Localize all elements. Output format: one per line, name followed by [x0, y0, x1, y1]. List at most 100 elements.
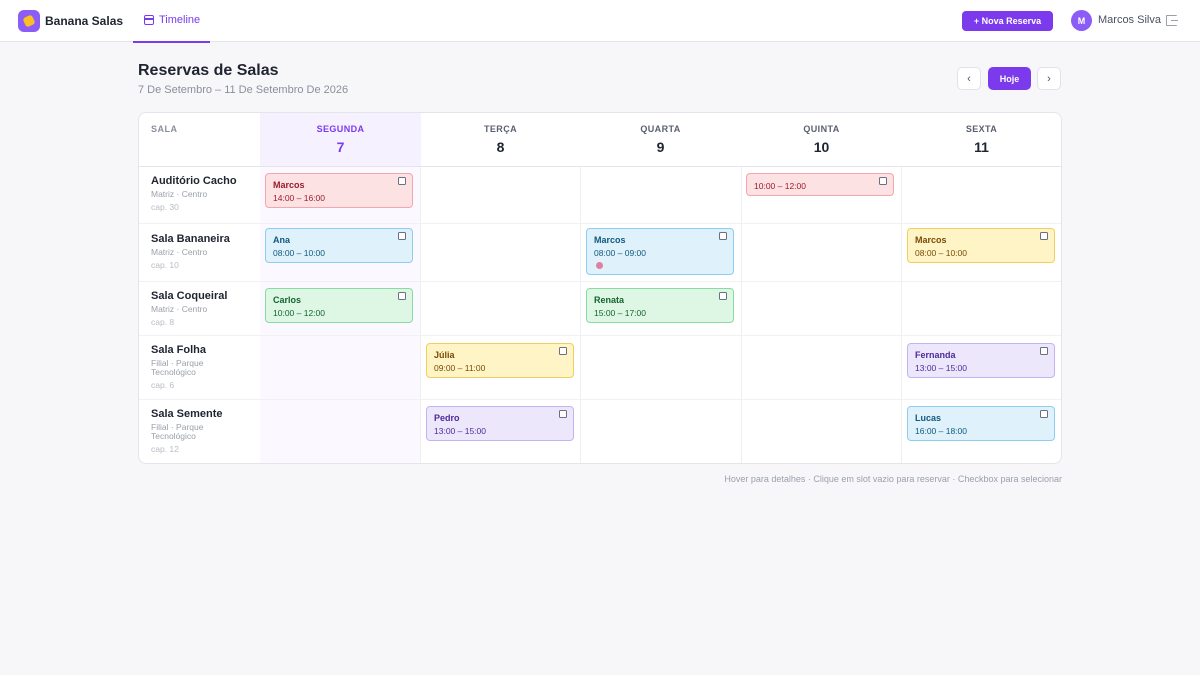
reservation-time: 14:00 – 16:00 [273, 193, 325, 203]
reservation-time: 13:00 – 15:00 [915, 363, 967, 373]
reservation-person: Renata [594, 295, 625, 305]
reservation-card[interactable]: Júlia 09:00 – 11:00 [426, 343, 574, 378]
logout-icon[interactable] [1166, 15, 1178, 26]
room-name: Sala Semente [151, 408, 223, 420]
select-checkbox[interactable] [559, 410, 567, 418]
app-name[interactable]: Banana Salas [45, 14, 123, 28]
room-column-header: SALA [151, 124, 178, 134]
reservation-time: 10:00 – 12:00 [754, 181, 806, 191]
reservation-card[interactable]: Lucas 16:00 – 18:00 [907, 406, 1055, 441]
calendar-icon [144, 15, 154, 25]
tab-timeline[interactable]: Timeline [133, 0, 210, 43]
room-capacity: cap. 6 [151, 380, 175, 390]
room-location: Matriz · Centro [151, 304, 208, 314]
reservation-time: 15:00 – 17:00 [594, 308, 646, 318]
reservation-time: 13:00 – 15:00 [434, 426, 486, 436]
select-checkbox[interactable] [559, 347, 567, 355]
reservation-time: 08:00 – 10:00 [273, 248, 325, 258]
reservation-card[interactable]: Marcos 08:00 – 10:00 [907, 228, 1055, 263]
day-name: QUINTA [803, 124, 840, 134]
today-button[interactable]: Hoje [988, 67, 1031, 90]
room-location: Matriz · Centro [151, 189, 208, 199]
reservation-time: 08:00 – 10:00 [915, 248, 967, 258]
grid-line [420, 167, 421, 463]
reservation-card[interactable]: 10:00 – 12:00 [746, 173, 894, 196]
prev-week-button[interactable]: ‹ [957, 67, 981, 90]
calendar-header: SALA SEGUNDA 7 TERÇA 8 QUARTA 9 QUINTA 1… [139, 113, 1061, 167]
top-navbar: Banana Salas Timeline + Nova Reserva M M… [0, 0, 1200, 43]
room-name: Sala Bananeira [151, 233, 230, 245]
room-location: Filial · Parque Tecnológico [151, 422, 204, 441]
room-capacity: cap. 30 [151, 202, 179, 212]
day-number: 11 [974, 139, 989, 155]
day-header: SEXTA 11 [901, 113, 1061, 166]
select-checkbox[interactable] [398, 292, 406, 300]
new-reservation-button[interactable]: + Nova Reserva [962, 11, 1053, 31]
room-location: Matriz · Centro [151, 247, 208, 257]
day-header: TERÇA 8 [420, 113, 581, 166]
reservation-person: Carlos [273, 295, 302, 305]
active-tab-indicator [133, 41, 210, 43]
select-checkbox[interactable] [719, 292, 727, 300]
reservation-person: Marcos [273, 180, 305, 190]
grid-line [139, 399, 1061, 400]
reservation-time: 10:00 – 12:00 [273, 308, 325, 318]
reservation-time: 08:00 – 09:00 [594, 248, 646, 258]
room-name: Auditório Cacho [151, 175, 237, 187]
reservation-person: Ana [273, 235, 291, 245]
grid-line [139, 281, 1061, 282]
grid-line [901, 167, 902, 463]
select-checkbox[interactable] [1040, 410, 1048, 418]
page-title: Reservas de Salas [138, 62, 279, 79]
next-week-button[interactable]: › [1037, 67, 1061, 90]
select-checkbox[interactable] [719, 232, 727, 240]
day-header: SEGUNDA 7 [260, 113, 421, 166]
day-number: 7 [336, 139, 345, 155]
attendee-avatar-icon [596, 262, 603, 269]
room-capacity: cap. 8 [151, 317, 175, 327]
user-name[interactable]: Marcos Silva [1098, 14, 1161, 26]
chevron-left-icon: ‹ [967, 72, 971, 85]
reservation-person: Marcos [594, 235, 626, 245]
day-name: TERÇA [484, 124, 517, 134]
grid-line [580, 167, 581, 463]
reservation-person: Lucas [915, 413, 942, 423]
footer-hint: Hover para detalhes · Clique em slot vaz… [724, 474, 1062, 484]
day-number: 8 [496, 139, 505, 155]
day-name: SEGUNDA [316, 124, 365, 134]
select-checkbox[interactable] [1040, 347, 1048, 355]
day-number: 10 [813, 139, 830, 155]
chevron-right-icon: › [1047, 72, 1051, 85]
day-header: QUINTA 10 [741, 113, 902, 166]
select-checkbox[interactable] [398, 177, 406, 185]
day-name: SEXTA [965, 124, 998, 134]
reservation-card[interactable]: Pedro 13:00 – 15:00 [426, 406, 574, 441]
reservation-card[interactable]: Carlos 10:00 – 12:00 [265, 288, 413, 323]
room-location: Filial · Parque Tecnológico [151, 358, 204, 377]
select-checkbox[interactable] [879, 177, 887, 185]
select-checkbox[interactable] [1040, 232, 1048, 240]
grid-line [139, 223, 1061, 224]
reservation-card[interactable]: Ana 08:00 – 10:00 [265, 228, 413, 263]
day-number: 9 [656, 139, 665, 155]
banana-logo-icon[interactable] [18, 10, 40, 32]
reservation-card[interactable]: Marcos 08:00 – 09:00 [586, 228, 734, 275]
reservation-person: Fernanda [915, 350, 956, 360]
reservation-card[interactable]: Renata 15:00 – 17:00 [586, 288, 734, 323]
room-capacity: cap. 12 [151, 444, 179, 454]
reservation-person: Júlia [434, 350, 455, 360]
avatar[interactable]: M [1071, 10, 1092, 31]
reservation-time: 09:00 – 11:00 [434, 363, 486, 373]
date-range: 7 De Setembro – 11 De Setembro De 2026 [138, 84, 349, 96]
reservation-person: Pedro [434, 413, 460, 423]
room-capacity: cap. 10 [151, 260, 179, 270]
reservation-card[interactable]: Fernanda 13:00 – 15:00 [907, 343, 1055, 378]
room-name: Sala Folha [151, 344, 207, 356]
day-name: QUARTA [640, 124, 681, 134]
select-checkbox[interactable] [398, 232, 406, 240]
grid-line [139, 335, 1061, 336]
room-name: Sala Coqueiral [151, 290, 228, 302]
reservation-time: 16:00 – 18:00 [915, 426, 967, 436]
reservation-card[interactable]: Marcos 14:00 – 16:00 [265, 173, 413, 208]
day-header: QUARTA 9 [580, 113, 741, 166]
